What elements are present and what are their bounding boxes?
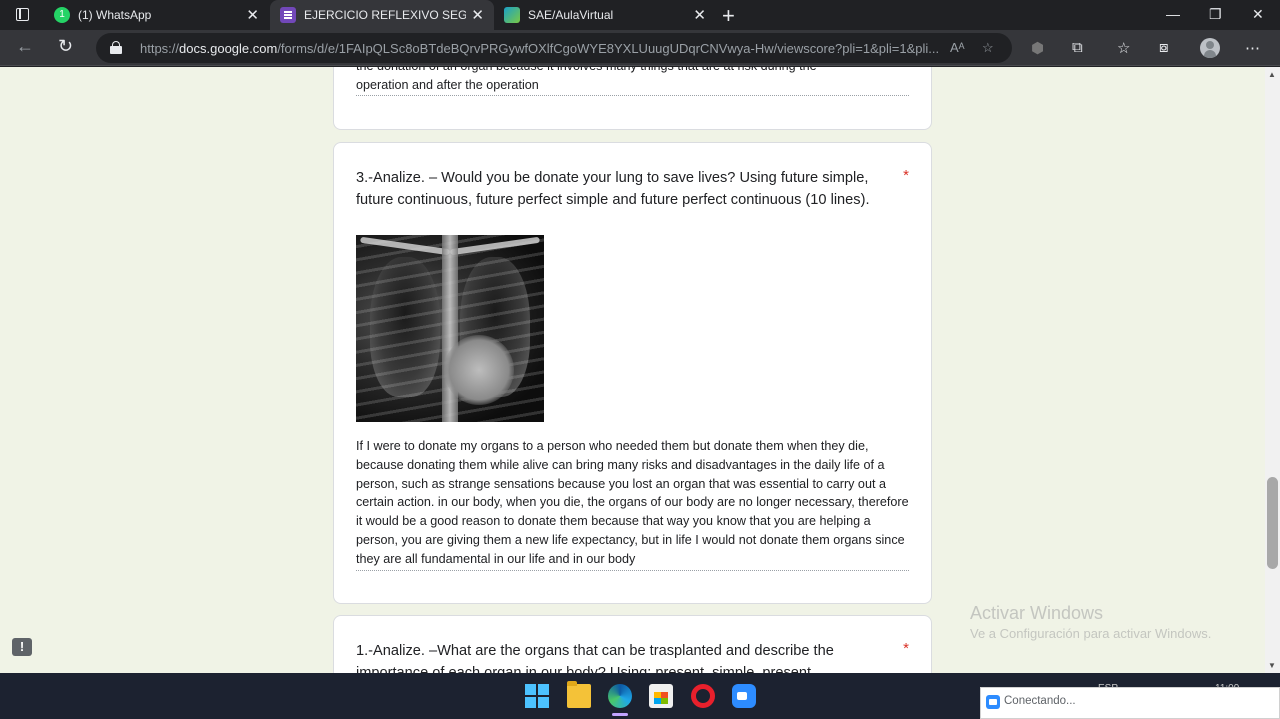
close-icon[interactable]: ✕ bbox=[693, 6, 706, 24]
start-icon[interactable] bbox=[525, 684, 549, 708]
extensions-icon[interactable]: ⧉ bbox=[1072, 39, 1083, 56]
required-asterisk: * bbox=[903, 167, 909, 184]
zoom-icon[interactable] bbox=[732, 684, 756, 708]
whatsapp-icon: 1 bbox=[54, 7, 70, 23]
minimize-icon[interactable]: — bbox=[1166, 6, 1180, 22]
zoom-connecting-toast[interactable]: Conectando... bbox=[980, 687, 1280, 719]
address-bar[interactable]: https://docs.google.com/forms/d/e/1FAIpQ… bbox=[96, 33, 1012, 63]
back-icon[interactable]: ← bbox=[16, 36, 34, 57]
scroll-down-icon[interactable]: ▼ bbox=[1268, 661, 1276, 670]
form-page: the donation of an organ because it invo… bbox=[0, 67, 1265, 673]
close-window-icon[interactable]: ✕ bbox=[1252, 6, 1264, 23]
more-menu-icon[interactable]: ⋯ bbox=[1245, 39, 1260, 57]
tab-title: (1) WhatsApp bbox=[78, 8, 152, 22]
browser-toolbar: ← ↻ https://docs.google.com/forms/d/e/1F… bbox=[0, 30, 1280, 66]
activate-windows-subtitle: Ve a Configuración para activar Windows. bbox=[970, 626, 1212, 641]
reload-icon[interactable]: ↻ bbox=[58, 36, 73, 57]
restore-icon[interactable]: ❐ bbox=[1209, 6, 1222, 23]
store-icon[interactable] bbox=[649, 684, 673, 708]
lock-icon[interactable] bbox=[110, 41, 122, 54]
tab-actions-icon[interactable] bbox=[8, 6, 38, 24]
tab-ejercicio[interactable]: EJERCICIO REFLEXIVO SEGUNDO ✕ bbox=[270, 0, 494, 30]
zoom-icon bbox=[986, 695, 1000, 709]
new-tab-icon[interactable]: + bbox=[722, 3, 735, 29]
tab-sae[interactable]: SAE/AulaVirtual ✕ bbox=[494, 0, 716, 30]
activate-windows-title: Activar Windows bbox=[970, 603, 1104, 623]
read-aloud-icon[interactable]: Aᴬ bbox=[950, 40, 965, 55]
tab-whatsapp[interactable]: 1 (1) WhatsApp ✕ bbox=[44, 0, 269, 30]
tab-title: EJERCICIO REFLEXIVO SEGUNDO bbox=[304, 8, 466, 22]
tab-title: SAE/AulaVirtual bbox=[528, 8, 614, 22]
question-3-answer: If I were to donate my organs to a perso… bbox=[356, 437, 909, 571]
close-icon[interactable]: ✕ bbox=[246, 6, 259, 24]
question-1-title: 1.-Analize. –What are the organs that ca… bbox=[356, 643, 834, 673]
edge-icon[interactable] bbox=[608, 684, 632, 708]
active-app-indicator bbox=[612, 713, 628, 716]
extension-disabled-icon[interactable]: ⬢ bbox=[1031, 39, 1044, 57]
scroll-up-icon[interactable]: ▲ bbox=[1268, 70, 1276, 79]
previous-question-card: the donation of an organ because it invo… bbox=[333, 67, 932, 130]
url-text[interactable]: https://docs.google.com/forms/d/e/1FAIpQ… bbox=[140, 41, 939, 56]
tab-strip: 1 (1) WhatsApp ✕ EJERCICIO REFLEXIVO SEG… bbox=[0, 0, 1280, 30]
feedback-icon[interactable]: ! bbox=[12, 638, 32, 656]
question-3-card: 3.-Analize. – Would you be donate your l… bbox=[333, 142, 932, 604]
toast-text: Conectando... bbox=[1004, 695, 1076, 707]
forms-icon bbox=[280, 7, 296, 23]
close-icon[interactable]: ✕ bbox=[471, 6, 484, 24]
collections-icon[interactable]: ⧇ bbox=[1159, 39, 1169, 56]
previous-answer: the donation of an organ because it invo… bbox=[356, 67, 909, 96]
favorites-icon[interactable]: ☆ bbox=[1117, 39, 1130, 57]
page-scrollbar[interactable]: ▲ ▼ bbox=[1265, 67, 1280, 673]
add-favorite-icon[interactable]: ☆ bbox=[982, 40, 994, 56]
aulavirtual-icon bbox=[504, 7, 520, 23]
profile-avatar[interactable] bbox=[1200, 38, 1220, 58]
required-asterisk: * bbox=[903, 640, 909, 657]
question-1-card: 1.-Analize. –What are the organs that ca… bbox=[333, 615, 932, 673]
opera-icon[interactable] bbox=[691, 684, 715, 708]
lung-xray-image bbox=[356, 235, 544, 422]
question-3-title: 3.-Analize. – Would you be donate your l… bbox=[356, 170, 870, 208]
scrollbar-thumb[interactable] bbox=[1267, 477, 1278, 569]
file-explorer-icon[interactable] bbox=[567, 681, 591, 708]
